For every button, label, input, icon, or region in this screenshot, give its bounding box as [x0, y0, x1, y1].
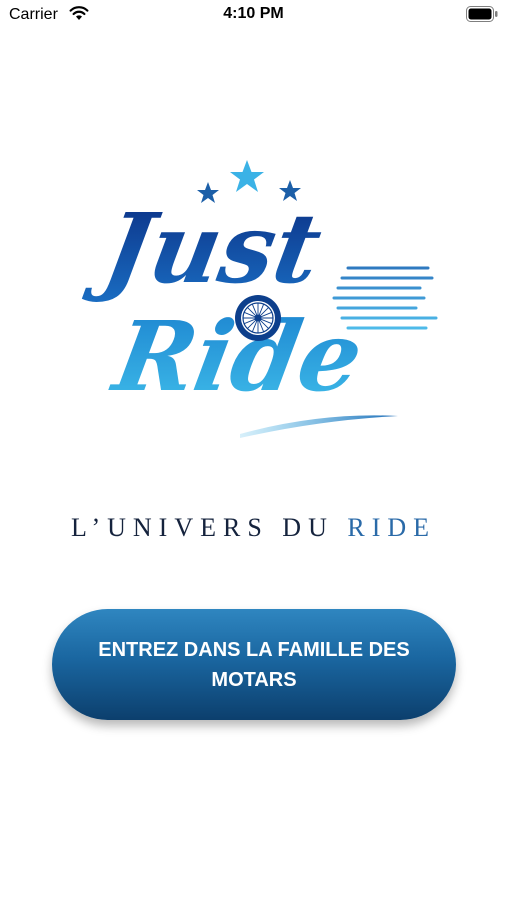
status-bar: Carrier 4:10 PM	[0, 0, 507, 32]
status-time: 4:10 PM	[223, 5, 284, 22]
logo-word-just: Just	[80, 192, 329, 305]
battery-icon	[466, 6, 498, 22]
join-community-button[interactable]: ENTREZ DANS LA FAMILLE DES MOTARS	[52, 609, 456, 720]
logo-swoosh	[240, 415, 398, 438]
just-ride-logo: Just Ride	[80, 160, 438, 438]
star-icon	[230, 160, 264, 192]
motorcycle-wheel-icon	[235, 295, 281, 341]
tagline: L’UNIVERS DU RIDE	[0, 513, 507, 543]
tagline-accent: RIDE	[347, 513, 437, 542]
join-community-button-label: ENTREZ DANS LA FAMILLE DES MOTARS	[98, 638, 410, 691]
tagline-text: L’UNIVERS DU	[70, 513, 334, 542]
